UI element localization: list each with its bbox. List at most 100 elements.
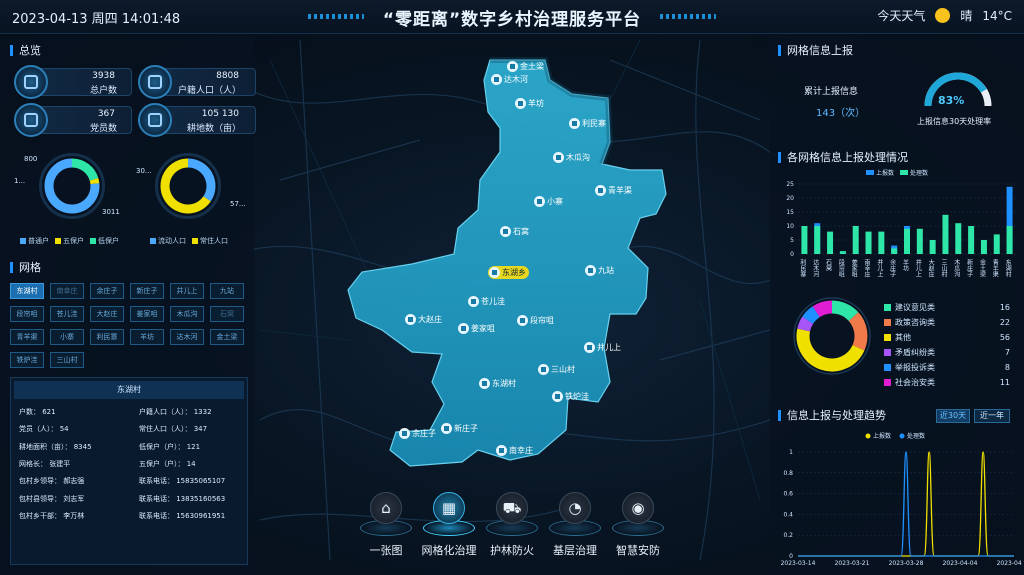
nav-item[interactable]: ⌂ 一张图 [358,490,414,560]
village-button[interactable]: 小寨 [50,329,84,345]
pie-legend-label: 建议意见类 [895,303,935,312]
x-tick-label: 东湖村 [1004,258,1011,277]
building-icon [500,226,511,237]
nav-item[interactable]: ▦ 网格化治理 [421,490,477,560]
map-village-label[interactable]: 新庄子 [440,422,481,435]
stat-value: 3938 [92,71,115,81]
map-village-name: 达木河 [504,75,528,84]
map-village-name: 段帘咀 [530,316,554,325]
map-village-label[interactable]: 利民寨 [568,117,609,130]
map-village-name: 三山村 [551,365,575,374]
x-tick-label: 2023-04-04 [943,560,978,567]
nav-label: 护林防火 [490,544,534,557]
legend-swatch [900,170,908,175]
x-tick-label: 金土梁 [978,258,985,278]
map-village-label[interactable]: 苍儿洼 [467,295,508,308]
map-village-label[interactable]: 井儿上 [583,341,624,354]
village-button[interactable]: 苍儿洼 [50,306,84,322]
village-button[interactable]: 金土梁 [210,329,244,345]
house-icon [14,65,48,99]
map-village-label[interactable]: 铁炉洼 [551,390,592,403]
village-button[interactable]: 达木河 [170,329,204,345]
village-button[interactable]: 利民寨 [90,329,124,345]
people-icon [138,65,172,99]
map-village-name: 铁炉洼 [565,392,589,401]
village-button[interactable]: 木瓜沟 [170,306,204,322]
map-village-label[interactable]: 青羊渠 [594,184,635,197]
map-village-label[interactable]: 东湖村 [478,377,519,390]
info-field: 户数： 621 [19,408,56,416]
fire-truck-icon[interactable]: ⛟ [496,492,528,524]
village-button[interactable]: 青羊渠 [10,329,44,345]
building-icon [479,378,490,389]
pie-slice [831,300,859,322]
home-icon[interactable]: ⌂ [370,492,402,524]
gauge-icon[interactable]: ◔ [559,492,591,524]
map-region[interactable] [347,59,667,467]
pie-legend-row: 举报投诉类 8 [884,362,1010,373]
village-button[interactable]: 新庄子 [130,283,164,299]
map-village-label[interactable]: 石窝 [499,225,532,238]
map-village-label[interactable]: 金土梁 [506,60,547,73]
village-button[interactable]: 段帘咀 [10,306,44,322]
info-field: 耕地面积（亩）： 8345 [19,442,92,451]
map-village-label[interactable]: 姜家咀 [457,322,498,335]
map-village-label[interactable]: 羊坊 [514,97,547,110]
village-button[interactable]: 大赵庄 [90,306,124,322]
building-icon [538,364,549,375]
map-village-label[interactable]: 达木河 [490,73,531,86]
building-icon [491,74,502,85]
stat-label: 耕地数（亩） [186,124,241,134]
pie-legend-value: 56 [999,333,1010,342]
info-field: 联系电话： 13835160563 [139,494,226,503]
map-village-label[interactable]: 三山村 [537,363,578,376]
last-30-days-button[interactable]: 近30天 [936,409,970,423]
pie-legend-value: 22 [999,318,1010,327]
village-button[interactable]: 九站 [210,283,244,299]
pie-legend-value: 8 [1004,363,1010,372]
pie-legend-label: 社会治安类 [895,378,935,387]
map-village-name: 余庄子 [412,429,436,438]
legend-marker [865,433,871,439]
map-village-label[interactable]: 九站 [584,264,617,277]
village-button[interactable]: 余庄子 [90,283,124,299]
pie-legend-label: 其他 [895,333,911,342]
village-button[interactable]: 南幸庄 [50,283,84,299]
village-button[interactable]: 铁炉洼 [10,352,44,368]
pie-legend-row: 政策咨询类 22 [884,317,1010,328]
donut1-label: 3011 [102,208,120,216]
legend-item: 低保户 [90,236,119,246]
village-button[interactable]: 井儿上 [170,283,204,299]
village-button[interactable]: 东湖村 [10,283,44,299]
pie-legend-row: 其他 56 [884,332,1010,343]
map-village-label[interactable]: 段帘咀 [516,314,557,327]
village-info-header: 东湖村 [14,381,244,399]
village-button[interactable]: 三山村 [50,352,84,368]
map-village-name: 羊坊 [528,99,544,108]
building-icon [507,61,518,72]
village-button[interactable]: 石窝 [210,306,244,322]
legend-item: 普通户 [20,236,49,246]
camera-icon[interactable]: ◉ [622,492,654,524]
map-village-label[interactable]: 南幸庄 [495,444,536,457]
map-village-name: 姜家咀 [471,324,495,333]
legend-swatch [884,319,891,326]
report-total-label: 累计上报信息 [804,87,859,97]
report-title: 网格信息上报 [778,45,853,56]
last-year-button[interactable]: 近一年 [974,409,1010,423]
map-village-label[interactable]: 东湖乡 [488,266,529,279]
nav-item[interactable]: ◉ 智慧安防 [610,490,666,560]
map-village-label[interactable]: 小寨 [533,195,566,208]
y-tick-label: 0.6 [783,491,793,498]
bar-processed [839,251,846,254]
map-village-label[interactable]: 大赵庄 [404,313,445,326]
map-village-label[interactable]: 木瓜沟 [552,151,593,164]
nav-item[interactable]: ⛟ 护林防火 [484,490,540,560]
map-village-label[interactable]: 余庄子 [398,427,439,440]
grid-icon[interactable]: ▦ [433,492,465,524]
village-button[interactable]: 姜家咀 [130,306,164,322]
nav-item[interactable]: ◔ 基层治理 [547,490,603,560]
x-tick-label: 新庄子 [966,258,973,277]
process-rate-label: 上报信息30天处理率 [917,117,992,126]
village-button[interactable]: 羊坊 [130,329,164,345]
